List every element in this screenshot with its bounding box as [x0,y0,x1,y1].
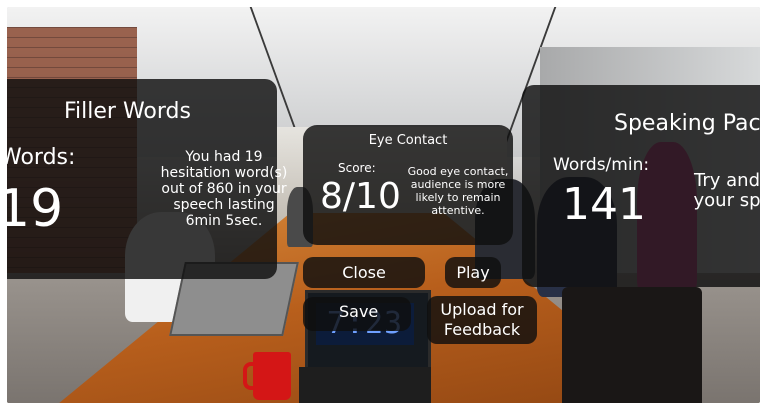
metric-value: 19 [7,179,64,239]
panel-title: Filler Words [64,99,191,124]
metric-label: Score: [338,161,376,175]
close-button[interactable]: Close [303,257,425,288]
save-button[interactable]: Save [303,297,411,331]
red-mug [243,352,291,400]
metric-label: Words: [7,145,76,170]
feedback-message: Good eye contact, audience is more likel… [407,165,509,217]
metric-value: 8/10 [320,176,401,217]
vr-viewport: 7:23 Filler Words Words: 19 You had 19 h… [7,7,760,403]
filler-words-panel: Filler Words Words: 19 You had 19 hesita… [7,79,287,279]
eye-contact-panel: Eye Contact Score: 8/10 Good eye contact… [303,125,513,245]
office-chair [562,287,702,403]
feedback-message: You had 19 hesitation word(s) out of 860… [160,149,288,229]
speaking-pace-panel: Speaking Pace Words/min: 141 Try and you… [522,85,760,287]
laptop-keyboard [299,367,431,403]
play-button[interactable]: Play [445,257,501,288]
panel-title: Eye Contact [368,133,448,148]
feedback-message: Try and your sp [693,170,761,211]
panel-title: Speaking Pace [614,111,760,136]
metric-value: 141 [562,179,646,230]
upload-feedback-button[interactable]: Upload for Feedback [427,296,537,344]
metric-label: Words/min: [553,155,650,175]
